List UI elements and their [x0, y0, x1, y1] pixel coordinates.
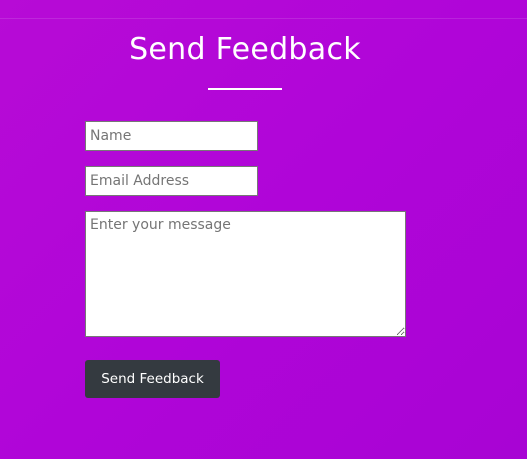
page-title: Send Feedback	[129, 32, 361, 67]
send-feedback-button[interactable]: Send Feedback	[85, 360, 220, 398]
header-divider	[0, 18, 527, 19]
message-textarea[interactable]	[85, 211, 406, 337]
name-input[interactable]	[85, 121, 258, 151]
email-input[interactable]	[85, 166, 258, 196]
title-underline	[208, 88, 282, 90]
